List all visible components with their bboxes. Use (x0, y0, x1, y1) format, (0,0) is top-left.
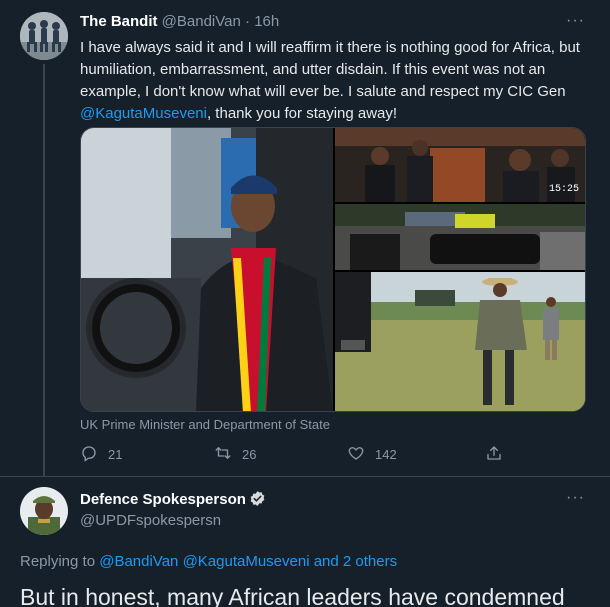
tweet-text-body: I have always said it and I will reaffir… (80, 39, 580, 100)
media-image-1[interactable] (81, 128, 333, 411)
reply-mention-2[interactable]: @KagutaMuseveni (183, 553, 310, 570)
share-button[interactable] (485, 444, 503, 465)
tweet2-text: But in honest, many African leaders have… (20, 584, 565, 607)
display-name[interactable]: The Bandit (80, 13, 158, 30)
more-icon[interactable]: ··· (566, 12, 585, 30)
tweet-actions: 21 26 142 (80, 444, 503, 466)
like-count: 142 (375, 447, 397, 462)
reply-others-link[interactable]: and 2 others (314, 553, 397, 570)
like-icon (347, 444, 365, 465)
avatar-defence-spokesperson[interactable] (20, 487, 68, 535)
tweet-text: I have always said it and I will reaffir… (80, 37, 590, 125)
tweet-divider (0, 476, 610, 477)
tweet-the-bandit[interactable]: The Bandit @BandiVan · 16h ··· I have al… (0, 0, 610, 476)
thread-line (43, 64, 45, 476)
media-caption[interactable]: UK Prime Minister and Department of Stat… (80, 417, 330, 432)
retweet-icon (214, 444, 232, 465)
reply-mention-1[interactable]: @BandiVan (99, 553, 178, 570)
retweet-button[interactable]: 26 (214, 444, 256, 465)
media-overlay-time: 15:25 (548, 184, 579, 195)
media-image-3[interactable] (335, 204, 585, 270)
display-name-2[interactable]: Defence Spokesperson (80, 491, 246, 508)
more-icon-2[interactable]: ··· (566, 489, 585, 507)
tweet-time[interactable]: 16h (254, 13, 279, 30)
reply-button[interactable]: 21 (80, 444, 122, 465)
tweet-text-end: , thank you for staying away! (206, 105, 398, 122)
reply-icon (80, 444, 98, 465)
media-grid[interactable]: 15:25 (80, 127, 586, 412)
user-handle-2[interactable]: @UPDFspokespersn (80, 512, 221, 529)
media-image-2[interactable]: 15:25 (335, 128, 585, 202)
mention-link[interactable]: @KagutaMuseveni (80, 105, 207, 122)
avatar-the-bandit[interactable] (20, 12, 68, 60)
share-icon (485, 444, 503, 465)
tweet2-header: Defence Spokesperson (80, 490, 266, 511)
verified-badge-icon (249, 490, 266, 511)
separator: · (245, 13, 251, 30)
retweet-count: 26 (242, 447, 257, 462)
tweet-header: The Bandit @BandiVan · 16h (80, 13, 279, 30)
media-image-4[interactable] (335, 272, 585, 411)
replying-label: Replying to (20, 553, 96, 570)
reply-count: 21 (108, 447, 123, 462)
user-handle[interactable]: @BandiVan (162, 13, 241, 30)
replying-to: Replying to @BandiVan @KagutaMuseveni an… (20, 553, 397, 570)
like-button[interactable]: 142 (347, 444, 397, 465)
